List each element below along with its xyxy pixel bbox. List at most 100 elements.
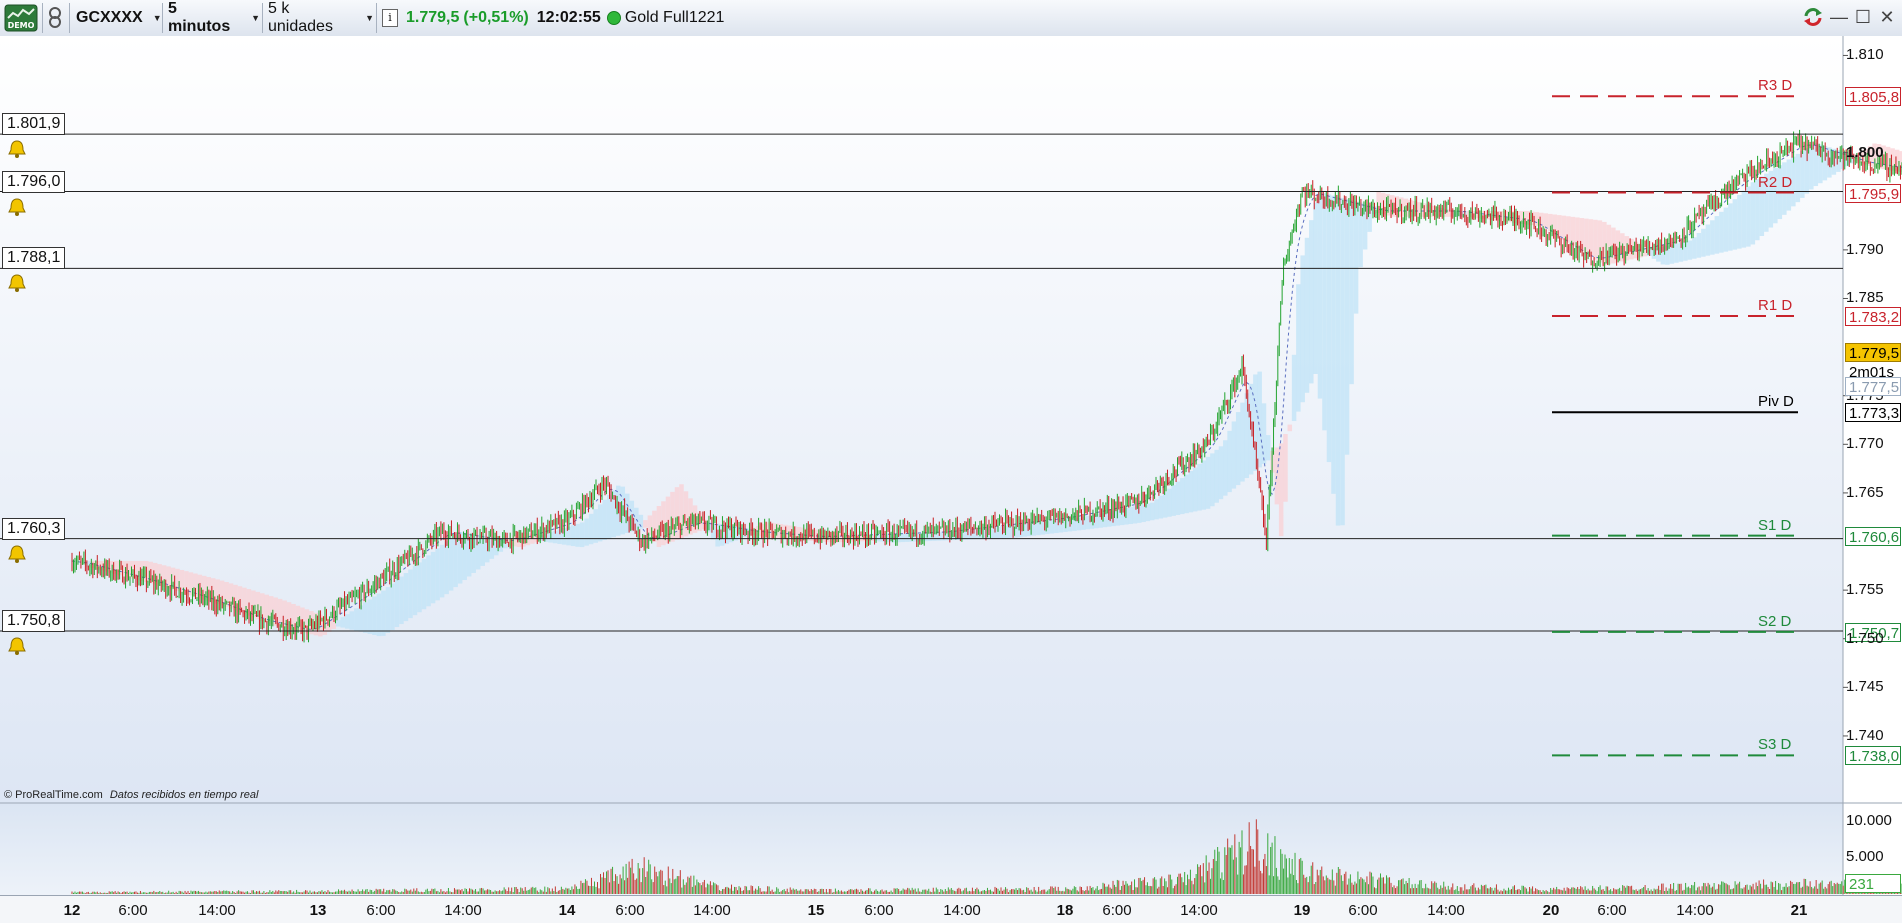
cloud-segment [1283,434,1288,502]
cloud-segment [1206,457,1211,509]
cloud-segment [1728,203,1733,250]
cloud-segment [575,524,580,547]
volume-background [0,804,1843,895]
plot-background [0,36,1843,804]
symbol-selector[interactable]: GCXXXX ▼ [72,4,160,32]
cloud-segment [404,573,409,621]
cloud-segment [1262,403,1267,464]
cloud-segment [1796,154,1801,202]
cloud-segment [350,611,355,629]
cloud-segment [901,534,906,542]
units-selector[interactable]: 5 k unidades ▼ [264,4,374,32]
cloud-segment [1724,208,1729,252]
chain-link-icon [45,5,65,31]
minimize-button[interactable]: — [1828,6,1850,28]
cloud-segment [1128,507,1133,524]
cloud-segment [345,614,350,628]
chevron-down-icon: ▼ [365,13,374,23]
cloud-segment [368,599,373,633]
quote-time: 12:02:55 [537,9,601,27]
cloud-segment [399,577,404,625]
cloud-segment [372,596,377,634]
chevron-down-icon: ▼ [153,13,162,23]
cloud-segment [643,520,648,528]
cloud-segment [593,509,598,543]
cloud-segment [1688,240,1693,259]
minimize-icon: — [1830,7,1848,27]
sync-button[interactable] [1802,6,1824,28]
cloud-segment [1746,186,1751,246]
maximize-icon: ☐ [1855,7,1871,27]
cloud-segment [1159,496,1164,519]
cloud-segment [589,514,594,544]
cloud-segment [1257,372,1262,468]
cloud-segment [1674,243,1679,262]
cloud-segment [1593,220,1598,260]
cloud-segment [1288,425,1293,432]
cloud-segment [1309,220,1314,383]
cloud-segment [571,525,576,546]
chart-area[interactable]: 1.801,91.796,01.788,11.760,31.750,8R3 D1… [0,36,1902,922]
last-price: 1.779,5 [406,9,459,27]
maximize-button[interactable]: ☐ [1852,6,1874,28]
cloud-segment [1184,475,1189,514]
close-button[interactable]: ✕ [1876,6,1898,28]
chart-toolbar: DEMO GCXXXX ▼ 5 minutos ▼ 5 k unidades ▼… [0,0,1902,37]
cloud-segment [1336,197,1341,526]
cloud-segment [408,569,413,618]
cloud-segment [1706,225,1711,256]
timeframe-selector[interactable]: 5 minutos ▼ [164,4,260,32]
cloud-segment [336,620,341,626]
cloud-segment [1219,446,1224,499]
cloud-segment [580,522,585,547]
cloud-segment [1266,435,1271,460]
cloud-segment [1189,471,1194,512]
sync-arrows-icon [1802,6,1824,28]
cloud-segment [1697,233,1702,258]
demo-logo: DEMO [4,4,40,32]
cloud-segment [340,617,345,627]
cloud-segment [602,500,607,540]
cloud-segment [1719,212,1724,253]
volume-chart[interactable] [0,804,1902,895]
cloud-segment [1809,145,1814,189]
cloud-segment [1715,216,1720,254]
units-label: 5 k unidades [264,0,359,36]
cloud-segment [440,545,445,598]
cloud-segment [1345,199,1350,455]
cloud-segment [1240,403,1245,482]
cloud-segment [1349,200,1354,384]
cloud-segment [1223,440,1228,495]
cloud-segment [1322,193,1327,430]
cloud-segment [413,566,418,615]
cloud-segment [1313,203,1318,374]
cloud-segment [1210,453,1215,506]
cloud-segment [1701,229,1706,257]
cloud-segment [386,587,391,633]
cloud-segment [1202,460,1207,509]
cloud-segment [1193,467,1198,511]
cloud-segment [1733,199,1738,250]
info-button[interactable]: i [382,4,400,32]
link-icon[interactable] [45,4,67,32]
quote-readout: 1.779,5 (+0,51%) 12:02:55 Gold Full1221 [406,4,766,32]
cloud-segment [1737,195,1742,249]
price-change: (+0,51%) [463,9,528,27]
cloud-segment [1150,503,1155,521]
cloud-segment [1176,482,1181,515]
cloud-segment [1327,194,1332,462]
cloud-segment [1236,412,1241,485]
cloud-segment [1232,421,1237,488]
close-icon: ✕ [1879,7,1894,27]
cloud-segment [1245,393,1250,478]
cloud-segment [1133,506,1138,523]
cloud-segment [1180,478,1185,514]
cloud-segment [1692,237,1697,258]
cloud-segment [1300,255,1305,402]
cloud-segment [422,559,427,609]
price-chart[interactable] [0,36,1902,804]
cloud-segment [1296,284,1301,411]
info-icon: i [382,9,398,27]
cloud-segment [377,594,382,637]
chevron-down-icon: ▼ [251,13,260,23]
